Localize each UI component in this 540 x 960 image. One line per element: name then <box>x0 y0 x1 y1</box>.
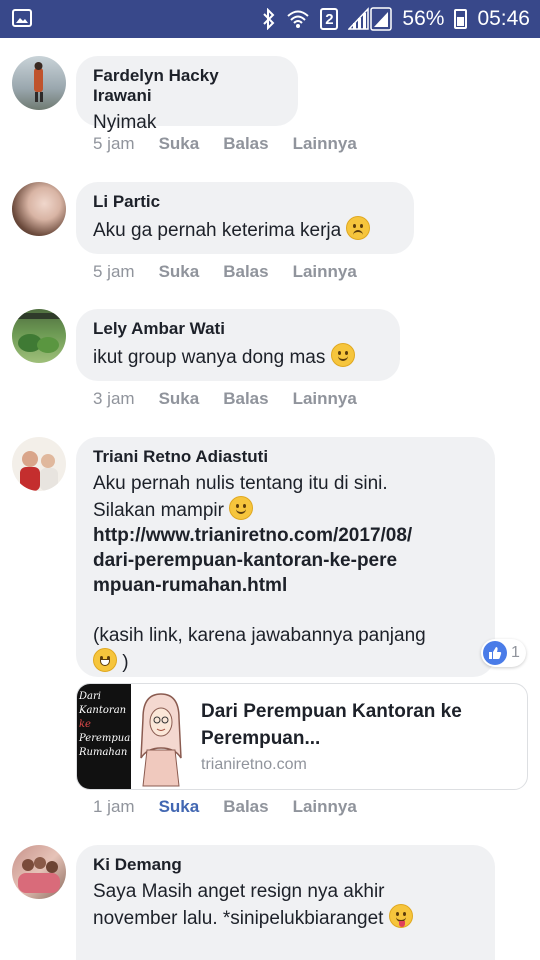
comment-actions: 5 jam Suka Balas Lainnya <box>93 134 381 154</box>
comment-bubble: Li Partic Aku ga pernah keterima kerja <box>76 182 414 254</box>
battery-percent: 56% <box>402 7 445 30</box>
thumb-line: Rumahan <box>79 747 128 758</box>
comment-author[interactable]: Li Partic <box>93 192 396 212</box>
comment-link-line[interactable]: mpuan-rumahan.html <box>93 573 477 598</box>
preview-domain: trianiretno.com <box>201 756 307 773</box>
battery-icon <box>454 9 468 29</box>
more-button[interactable]: Lainnya <box>293 262 357 282</box>
comment-text: ikut group wanya dong mas <box>93 343 382 370</box>
avatar[interactable] <box>12 845 66 899</box>
comment-author[interactable]: Triani Retno Adiastuti <box>93 447 477 467</box>
sim-badge: 2 <box>320 8 339 30</box>
reply-button[interactable]: Balas <box>223 797 268 817</box>
comment-author[interactable]: Lely Ambar Wati <box>93 319 382 339</box>
avatar-photo <box>12 313 66 353</box>
avatar-photo <box>18 857 60 893</box>
reply-button[interactable]: Balas <box>223 389 268 409</box>
status-indicators: 2 56% 05:46 <box>262 0 530 38</box>
preview-thumbnail: Dari Kantoran ke Perempuan Rumahan <box>77 684 187 789</box>
sad-face-emoji <box>346 216 371 240</box>
comment-text-line: november lalu. *sinipelukbiaranget <box>93 904 477 931</box>
avatar[interactable] <box>12 56 66 110</box>
comment-text-content: Aku ga pernah keterima kerja <box>93 220 342 241</box>
comment-text-line: ) <box>93 648 477 675</box>
comment-bubble: Lely Ambar Wati ikut group wanya dong ma… <box>76 309 400 381</box>
bluetooth-icon <box>263 8 275 30</box>
thumb-line: Kantoran <box>79 705 127 716</box>
comment-author[interactable]: Fardelyn Hacky Irawani <box>93 66 280 106</box>
signal-icon <box>348 7 393 31</box>
tongue-emoji <box>388 904 413 928</box>
avatar-photo <box>34 62 43 102</box>
comment-text-content: ) <box>122 652 129 673</box>
comment-author[interactable]: Ki Demang <box>93 855 477 875</box>
preview-title[interactable]: Dari Perempuan Kantoran ke Perempuan... <box>201 698 511 752</box>
avatar[interactable] <box>12 182 66 236</box>
reaction-count: 1 <box>511 644 520 661</box>
comment-bubble: Fardelyn Hacky Irawani Nyimak <box>76 56 298 133</box>
more-button[interactable]: Lainnya <box>293 797 357 817</box>
avatar[interactable] <box>12 437 66 491</box>
line-spacer <box>93 598 477 623</box>
comment-link-line[interactable]: http://www.trianiretno.com/2017/08/ <box>93 523 477 548</box>
comment-time[interactable]: 5 jam <box>93 262 135 282</box>
like-button[interactable]: Suka <box>159 389 200 409</box>
comment-actions: 1 jam Suka Balas Lainnya <box>93 797 381 817</box>
reaction-summary[interactable]: 1 <box>481 639 526 667</box>
more-button[interactable]: Lainnya <box>293 389 357 409</box>
comment-text-content: ikut group wanya dong mas <box>93 347 326 368</box>
like-button[interactable]: Suka <box>159 134 200 154</box>
clock: 05:46 <box>477 7 530 30</box>
status-bar: 2 56% 05:46 <box>0 0 540 38</box>
comment-time[interactable]: 1 jam <box>93 797 135 817</box>
smile-emoji <box>330 343 355 367</box>
comment-actions: 5 jam Suka Balas Lainnya <box>93 262 381 282</box>
comment-text: Nyimak <box>93 112 157 133</box>
comment-text-line: Aku pernah nulis tentang itu di sini. <box>93 473 388 494</box>
comment-text-line: (kasih link, karena jawabannya panjang <box>93 625 426 646</box>
comment-text-content: november lalu. *sinipelukbiaranget <box>93 908 384 929</box>
comment-text: Saya Masih anget resign nya akhir novemb… <box>93 879 477 931</box>
preview-thumb-text: Dari Kantoran ke Perempuan Rumahan <box>77 684 137 789</box>
comment-text-line: Silakan mampir <box>93 496 477 523</box>
comment-text: Aku pernah nulis tentang itu di sini. Si… <box>93 471 477 675</box>
reply-button[interactable]: Balas <box>223 262 268 282</box>
wifi-icon <box>287 10 310 28</box>
comment-text-line: Saya Masih anget resign nya akhir <box>93 881 385 902</box>
comment-link-line[interactable]: dari-perempuan-kantoran-ke-pere <box>93 548 477 573</box>
comment-actions: 3 jam Suka Balas Lainnya <box>93 389 381 409</box>
image-icon <box>12 9 32 27</box>
smile-emoji <box>229 496 254 520</box>
thumb-line: ke <box>79 719 91 730</box>
like-button[interactable]: Suka <box>159 797 200 817</box>
like-button[interactable]: Suka <box>159 262 200 282</box>
avatar[interactable] <box>12 309 66 363</box>
hijab-illustration <box>140 693 182 787</box>
comment-bubble: Triani Retno Adiastuti Aku pernah nulis … <box>76 437 495 677</box>
reply-button[interactable]: Balas <box>223 134 268 154</box>
comment-bubble: Ki Demang Saya Masih anget resign nya ak… <box>76 845 495 960</box>
grin-emoji <box>93 648 117 672</box>
thumb-line: Dari <box>79 691 101 702</box>
thumb-line: Perempuan <box>79 733 137 744</box>
comment-time[interactable]: 5 jam <box>93 134 135 154</box>
comment-text: Aku ga pernah keterima kerja <box>93 216 396 243</box>
more-button[interactable]: Lainnya <box>293 134 357 154</box>
comment-time[interactable]: 3 jam <box>93 389 135 409</box>
comment-text-content: Silakan mampir <box>93 500 224 521</box>
link-preview[interactable]: Dari Kantoran ke Perempuan Rumahan Dari … <box>76 683 528 790</box>
like-icon <box>483 641 507 665</box>
avatar-photo <box>20 451 58 491</box>
